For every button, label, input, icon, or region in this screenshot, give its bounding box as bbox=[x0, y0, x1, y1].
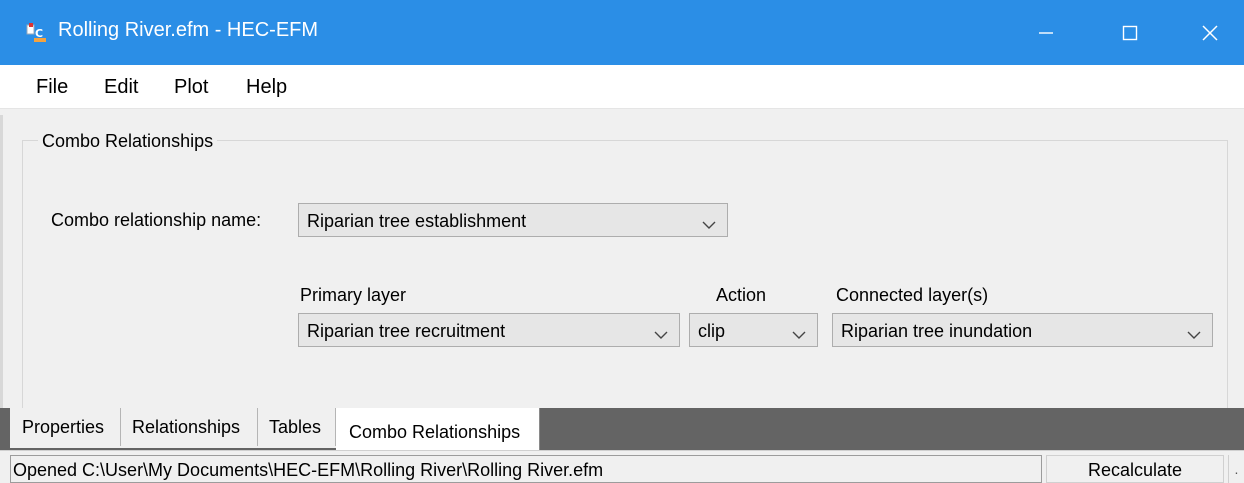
close-icon bbox=[1201, 24, 1219, 42]
primary-layer-dropdown[interactable]: Riparian tree recruitment bbox=[298, 313, 680, 347]
chevron-down-icon bbox=[1186, 325, 1202, 339]
combo-name-label: Combo relationship name: bbox=[51, 210, 262, 230]
tab-combo-relationships-label: Combo Relationships bbox=[349, 422, 521, 442]
tab-properties-label: Properties bbox=[22, 417, 105, 437]
resize-grip[interactable]: . bbox=[1228, 455, 1244, 483]
close-button[interactable] bbox=[1180, 0, 1240, 65]
tab-relationships-label: Relationships bbox=[132, 417, 241, 437]
tab-relationships[interactable]: Relationships bbox=[121, 408, 258, 446]
tab-combo-relationships[interactable]: Combo Relationships bbox=[336, 408, 540, 450]
combo-relationships-group bbox=[22, 140, 1228, 421]
menu-bar: File Edit Plot Help bbox=[0, 65, 1244, 109]
menu-plot[interactable]: Plot bbox=[174, 76, 208, 99]
tab-tables[interactable]: Tables bbox=[258, 408, 336, 446]
group-title: Combo Relationships bbox=[38, 131, 218, 152]
action-dropdown[interactable]: clip bbox=[689, 313, 818, 347]
connected-layers-dropdown[interactable]: Riparian tree inundation bbox=[832, 313, 1213, 347]
tab-properties[interactable]: Properties bbox=[10, 408, 121, 446]
recalculate-button[interactable]: Recalculate bbox=[1046, 455, 1224, 483]
tab-tables-label: Tables bbox=[269, 417, 322, 437]
action-label: Action bbox=[716, 285, 767, 305]
primary-layer-label: Primary layer bbox=[300, 285, 407, 305]
tab-strip: Properties Relationships Tables Combo Re… bbox=[0, 408, 1244, 450]
menu-file[interactable]: File bbox=[36, 76, 68, 99]
maximize-icon bbox=[1122, 25, 1138, 41]
connected-layers-label: Connected layer(s) bbox=[836, 285, 989, 305]
status-bar: Opened C:\User\My Documents\HEC-EFM\Roll… bbox=[0, 450, 1244, 483]
window-title: Rolling River.efm - HEC-EFM bbox=[58, 19, 319, 41]
app-icon: C bbox=[26, 22, 48, 44]
chevron-down-icon bbox=[653, 325, 669, 339]
combo-name-dropdown[interactable]: Riparian tree establishment bbox=[298, 203, 728, 237]
left-border bbox=[0, 115, 3, 408]
combo-name-value: Riparian tree establishment bbox=[307, 211, 527, 231]
status-message: Opened C:\User\My Documents\HEC-EFM\Roll… bbox=[10, 455, 1042, 483]
maximize-button[interactable] bbox=[1100, 0, 1160, 65]
connected-layers-value: Riparian tree inundation bbox=[841, 321, 1033, 341]
menu-help[interactable]: Help bbox=[246, 76, 287, 99]
title-bar: C Rolling River.efm - HEC-EFM bbox=[0, 0, 1244, 65]
menu-edit[interactable]: Edit bbox=[104, 76, 138, 99]
minimize-icon bbox=[1038, 25, 1054, 41]
chevron-down-icon bbox=[791, 325, 807, 339]
chevron-down-icon bbox=[701, 215, 717, 229]
minimize-button[interactable] bbox=[1016, 0, 1076, 65]
primary-layer-value: Riparian tree recruitment bbox=[307, 321, 506, 341]
action-value: clip bbox=[698, 321, 726, 341]
